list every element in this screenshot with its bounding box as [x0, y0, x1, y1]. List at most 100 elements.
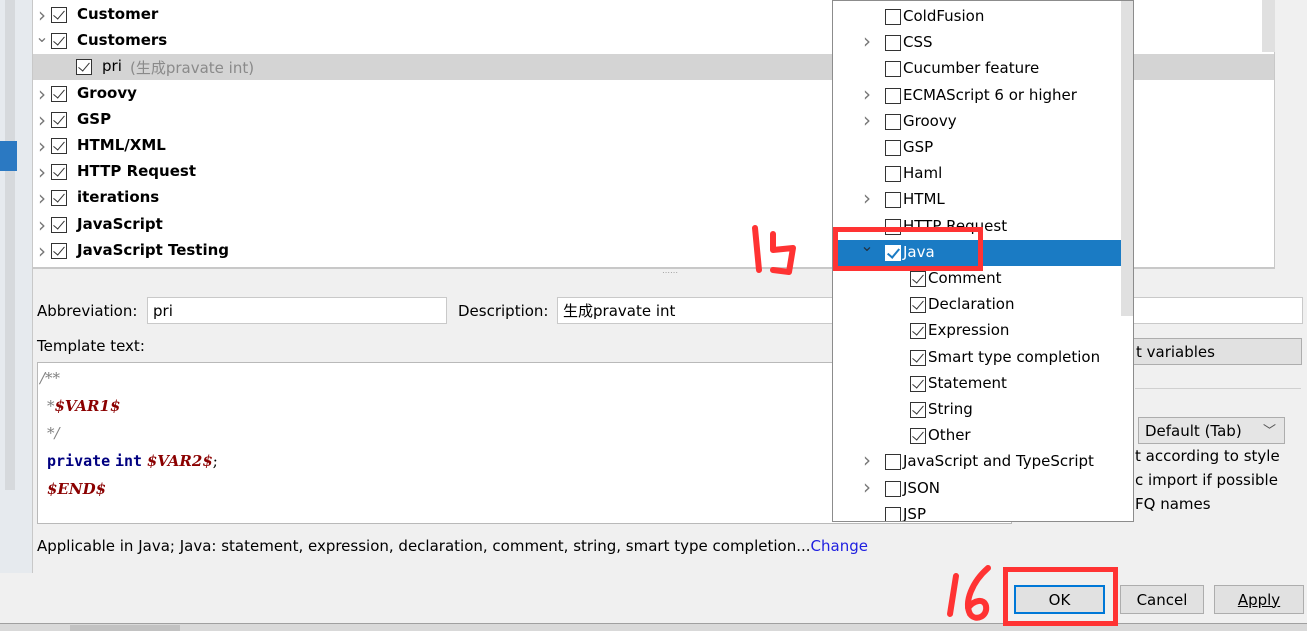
- checkbox[interactable]: [885, 166, 901, 183]
- context-item-label: Haml: [903, 164, 943, 183]
- bottom-scrollbar-thumb[interactable]: [70, 625, 180, 631]
- apply-button[interactable]: Apply: [1214, 585, 1304, 614]
- checkbox[interactable]: [885, 113, 901, 130]
- checkbox[interactable]: [910, 375, 926, 392]
- context-item[interactable]: › Groovy: [833, 108, 1121, 135]
- chevron-right-icon[interactable]: ›: [861, 82, 873, 106]
- code-line-4: private int $VAR2$;: [47, 452, 218, 470]
- checkbox[interactable]: [910, 323, 926, 340]
- context-item[interactable]: › HTML: [833, 186, 1121, 213]
- context-item[interactable]: String: [833, 397, 1121, 423]
- checkbox[interactable]: [51, 164, 67, 181]
- chevron-right-icon[interactable]: ›: [36, 134, 48, 158]
- context-item-label: String: [928, 400, 973, 418]
- chevron-right-icon[interactable]: ›: [36, 160, 48, 184]
- tree-item-description: (生成pravate int): [130, 59, 255, 78]
- context-item[interactable]: › ECMAScript 6 or higher: [833, 82, 1121, 109]
- change-link[interactable]: Change: [811, 537, 868, 555]
- code-line-2: *$VAR1$: [47, 397, 120, 415]
- chevron-down-icon[interactable]: ⌄: [35, 27, 48, 46]
- expand-with-dropdown[interactable]: Default (Tab) ﹀: [1138, 417, 1285, 444]
- chevron-right-icon[interactable]: ›: [36, 82, 48, 106]
- checkbox[interactable]: [51, 33, 67, 50]
- sidebar-scrollbar[interactable]: [5, 0, 15, 490]
- checkbox[interactable]: [51, 85, 67, 102]
- context-item[interactable]: GSP: [833, 135, 1121, 161]
- chevron-right-icon[interactable]: ›: [36, 3, 48, 27]
- context-item[interactable]: Declaration: [833, 292, 1121, 318]
- chevron-right-icon[interactable]: ›: [861, 108, 873, 132]
- context-item[interactable]: Haml: [833, 161, 1121, 187]
- tree-scrollbar[interactable]: [1262, 0, 1275, 52]
- context-item[interactable]: › JavaScript and TypeScript: [833, 448, 1121, 475]
- context-item-label: Expression: [928, 321, 1010, 340]
- context-item[interactable]: ColdFusion: [833, 4, 1121, 30]
- context-item[interactable]: Expression: [833, 318, 1121, 344]
- options-divider: [1135, 388, 1301, 389]
- checkbox[interactable]: [885, 506, 901, 521]
- chevron-right-icon[interactable]: ›: [861, 29, 873, 53]
- context-item[interactable]: › JSON: [833, 475, 1121, 502]
- checkbox[interactable]: [76, 59, 92, 76]
- sidebar-selected-item[interactable]: [0, 141, 17, 171]
- checkbox[interactable]: [51, 138, 67, 154]
- description-label: Description:: [458, 302, 549, 320]
- checkbox[interactable]: [51, 111, 67, 128]
- tree-item-label: HTTP Request: [77, 162, 196, 181]
- context-item[interactable]: Cucumber feature: [833, 56, 1121, 82]
- context-item-label: Groovy: [903, 111, 957, 130]
- chevron-right-icon[interactable]: ›: [36, 186, 48, 210]
- popup-scrollbar[interactable]: [1121, 1, 1133, 316]
- checkbox[interactable]: [910, 349, 926, 366]
- checkbox[interactable]: [885, 454, 901, 471]
- chevron-right-icon[interactable]: ›: [36, 239, 48, 263]
- reformat-option-label[interactable]: t according to style: [1135, 447, 1280, 465]
- checkbox[interactable]: [885, 140, 901, 156]
- annotation-step-15: [752, 225, 796, 275]
- abbreviation-input[interactable]: pri: [147, 297, 447, 324]
- chevron-right-icon[interactable]: ›: [861, 475, 873, 499]
- expand-with-value: Default (Tab): [1145, 421, 1242, 440]
- template-text-label: Template text:: [37, 337, 145, 355]
- tree-item-label: Customers: [77, 31, 168, 50]
- checkbox[interactable]: [910, 402, 926, 418]
- cancel-button[interactable]: Cancel: [1120, 585, 1204, 614]
- chevron-right-icon[interactable]: ›: [861, 448, 873, 472]
- checkbox[interactable]: [910, 297, 926, 314]
- context-item-label: Statement: [928, 373, 1007, 392]
- context-item[interactable]: › CSS: [833, 29, 1121, 56]
- context-item[interactable]: Smart type completion: [833, 345, 1121, 371]
- context-item-label: Declaration: [928, 295, 1015, 314]
- shorten-fq-option-label[interactable]: FQ names: [1135, 495, 1211, 513]
- tree-item-label: HTML/XML: [77, 136, 166, 154]
- splitter-handle[interactable]: ⋯⋯: [660, 269, 680, 277]
- tree-item-label: Groovy: [77, 83, 137, 102]
- checkbox[interactable]: [885, 61, 901, 78]
- checkbox[interactable]: [51, 190, 67, 207]
- checkbox[interactable]: [51, 216, 67, 233]
- checkbox[interactable]: [910, 271, 926, 287]
- code-line-1: /**: [40, 369, 61, 387]
- chevron-right-icon[interactable]: ›: [861, 186, 873, 210]
- tree-item-label: JavaScript Testing: [77, 240, 230, 259]
- checkbox[interactable]: [885, 192, 901, 209]
- checkbox[interactable]: [910, 428, 926, 445]
- checkbox[interactable]: [51, 7, 67, 23]
- context-item-label: GSP: [903, 138, 934, 156]
- context-item[interactable]: Other: [833, 423, 1121, 449]
- chevron-right-icon[interactable]: ›: [36, 108, 48, 132]
- context-item[interactable]: Statement: [833, 371, 1121, 397]
- checkbox[interactable]: [885, 9, 901, 25]
- context-item-label: ColdFusion: [903, 7, 985, 25]
- context-item-label: CSS: [903, 33, 933, 52]
- checkbox[interactable]: [51, 242, 67, 259]
- checkbox[interactable]: [885, 480, 901, 497]
- chevron-right-icon[interactable]: ›: [36, 213, 48, 237]
- applicable-context: Applicable in Java; Java: statement, exp…: [37, 537, 868, 555]
- context-item-label: JavaScript and TypeScript: [903, 452, 1094, 471]
- static-import-option-label[interactable]: c import if possible: [1135, 471, 1278, 489]
- checkbox[interactable]: [885, 87, 901, 104]
- checkbox[interactable]: [885, 35, 901, 52]
- tree-item-label: Customer: [77, 5, 159, 23]
- context-item[interactable]: JSP: [833, 502, 1121, 521]
